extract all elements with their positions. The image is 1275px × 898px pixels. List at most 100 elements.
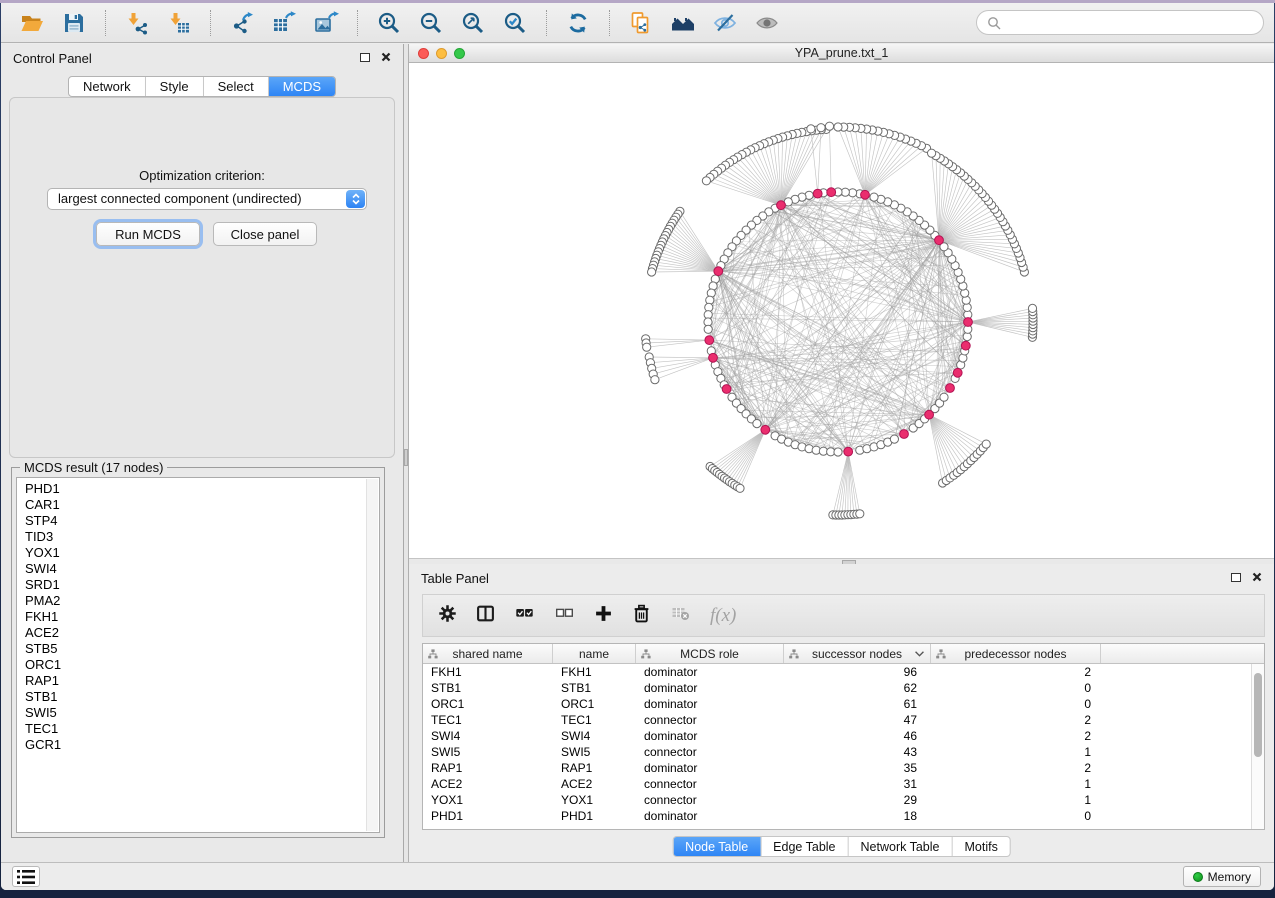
column-header-predecessor-nodes[interactable]: predecessor nodes — [931, 644, 1101, 663]
import-network-button[interactable] — [120, 8, 154, 38]
mcds-result-item[interactable]: STB1 — [17, 689, 365, 705]
table-row[interactable]: ACE2ACE2connector311 — [423, 776, 1264, 792]
close-panel-button[interactable]: Close panel — [213, 222, 317, 246]
delete-table-button[interactable] — [670, 604, 691, 627]
table-scrollbar[interactable] — [1251, 664, 1264, 829]
attribute-icon — [428, 649, 438, 659]
close-panel-icon[interactable] — [1252, 572, 1262, 582]
mcds-result-item[interactable]: SWI5 — [17, 705, 365, 721]
table-row[interactable]: TEC1TEC1connector472 — [423, 712, 1264, 728]
cell: connector — [636, 792, 784, 808]
table-row[interactable]: ORC1ORC1dominator610 — [423, 696, 1264, 712]
tab-mcds[interactable]: MCDS — [269, 77, 335, 96]
refresh-view-button[interactable] — [561, 8, 595, 38]
zoom-selected-button[interactable] — [498, 8, 532, 38]
zoom-in-button[interactable] — [372, 8, 406, 38]
mcds-result-item[interactable]: YOX1 — [17, 545, 365, 561]
mcds-result-item[interactable]: ORC1 — [17, 657, 365, 673]
tab-style[interactable]: Style — [146, 77, 204, 96]
column-label: name — [579, 647, 609, 661]
mcds-result-item[interactable]: FKH1 — [17, 609, 365, 625]
mcds-result-item[interactable]: SWI4 — [17, 561, 365, 577]
function-builder-button[interactable]: f(x) — [710, 605, 736, 627]
tab-select[interactable]: Select — [204, 77, 269, 96]
column-header-MCDS-role[interactable]: MCDS role — [636, 644, 784, 663]
cell: ORC1 — [423, 696, 553, 712]
mcds-result-item[interactable]: STB5 — [17, 641, 365, 657]
search-input[interactable] — [1008, 14, 1253, 31]
deselect-all-button[interactable] — [554, 604, 575, 627]
save-session-button[interactable] — [57, 8, 91, 38]
table-row[interactable]: YOX1YOX1connector291 — [423, 792, 1264, 808]
add-column-button[interactable] — [594, 604, 613, 628]
close-window-light-icon[interactable] — [418, 48, 429, 59]
tab-motifs[interactable]: Motifs — [952, 837, 1009, 856]
export-table-button[interactable] — [267, 8, 301, 38]
cell: ORC1 — [553, 696, 636, 712]
search-field[interactable] — [976, 10, 1264, 35]
mcds-result-item[interactable]: STP4 — [17, 513, 365, 529]
close-panel-icon[interactable] — [381, 52, 391, 62]
export-image-button[interactable] — [309, 8, 343, 38]
column-header-name[interactable]: name — [553, 644, 636, 663]
optimization-criterion-select[interactable]: largest connected component (undirected) — [47, 188, 367, 210]
column-label: successor nodes — [812, 647, 902, 661]
mcds-result-group: MCDS result (17 nodes) PHD1CAR1STP4TID3Y… — [11, 467, 385, 838]
table-row[interactable]: SWI5SWI5connector431 — [423, 744, 1264, 760]
mcds-result-item[interactable]: TEC1 — [17, 721, 365, 737]
table-row[interactable]: RAP1RAP1dominator352 — [423, 760, 1264, 776]
tab-edge-table[interactable]: Edge Table — [761, 837, 848, 856]
table-row[interactable]: STB1STB1dominator620 — [423, 680, 1264, 696]
table-tabs: Node TableEdge TableNetwork TableMotifs — [672, 836, 1011, 857]
copy-view-button[interactable] — [624, 8, 658, 38]
run-mcds-button[interactable]: Run MCDS — [96, 222, 200, 246]
app-window: Control Panel NetworkStyleSelectMCDS Opt… — [1, 3, 1274, 890]
toolbar-separator — [210, 10, 211, 36]
column-header-successor-nodes[interactable]: successor nodes — [784, 644, 931, 663]
task-history-button[interactable] — [12, 866, 40, 887]
float-panel-icon[interactable] — [1231, 573, 1241, 582]
mcds-result-item[interactable]: SRD1 — [17, 577, 365, 593]
memory-button[interactable]: Memory — [1183, 866, 1261, 887]
settings-button[interactable] — [438, 604, 457, 628]
table-row[interactable]: SWI4SWI4dominator462 — [423, 728, 1264, 744]
split-panel-button[interactable] — [476, 604, 495, 628]
select-all-button[interactable] — [514, 604, 535, 627]
delete-column-button[interactable] — [632, 604, 651, 628]
hide-selected-button[interactable] — [708, 8, 742, 38]
zoom-out-button[interactable] — [414, 8, 448, 38]
tab-network-table[interactable]: Network Table — [849, 837, 953, 856]
network-graph[interactable] — [409, 63, 1274, 558]
zoom-in-icon — [377, 11, 401, 35]
float-panel-icon[interactable] — [360, 53, 370, 62]
minimize-window-light-icon[interactable] — [436, 48, 447, 59]
first-neighbors-button[interactable] — [666, 8, 700, 38]
zoom-fit-button[interactable] — [456, 8, 490, 38]
export-network-button[interactable] — [225, 8, 259, 38]
zoom-window-light-icon[interactable] — [454, 48, 465, 59]
table-row[interactable]: PHD1PHD1dominator180 — [423, 808, 1264, 824]
cell: YOX1 — [553, 792, 636, 808]
mcds-result-item[interactable]: RAP1 — [17, 673, 365, 689]
cell: connector — [636, 744, 784, 760]
mcds-result-item[interactable]: PMA2 — [17, 593, 365, 609]
mcds-result-item[interactable]: CAR1 — [17, 497, 365, 513]
scrollbar-thumb[interactable] — [1254, 673, 1262, 757]
network-canvas[interactable] — [409, 63, 1274, 558]
table-row[interactable]: FKH1FKH1dominator962 — [423, 664, 1264, 680]
import-table-button[interactable] — [162, 8, 196, 38]
show-all-button[interactable] — [750, 8, 784, 38]
column-header-shared-name[interactable]: shared name — [423, 644, 553, 663]
network-window-titlebar[interactable]: YPA_prune.txt_1 — [409, 44, 1274, 63]
mcds-result-item[interactable]: TID3 — [17, 529, 365, 545]
mcds-result-item[interactable]: GCR1 — [17, 737, 365, 753]
mcds-list-scrollbar[interactable] — [366, 479, 378, 831]
tab-network[interactable]: Network — [69, 77, 146, 96]
mcds-result-item[interactable]: ACE2 — [17, 625, 365, 641]
splitter-grip[interactable] — [404, 449, 408, 466]
open-session-button[interactable] — [15, 8, 49, 38]
tab-node-table[interactable]: Node Table — [673, 837, 761, 856]
mcds-result-item[interactable]: PHD1 — [17, 481, 365, 497]
mcds-result-list[interactable]: PHD1CAR1STP4TID3YOX1SWI4SRD1PMA2FKH1ACE2… — [16, 477, 380, 833]
cell: YOX1 — [423, 792, 553, 808]
